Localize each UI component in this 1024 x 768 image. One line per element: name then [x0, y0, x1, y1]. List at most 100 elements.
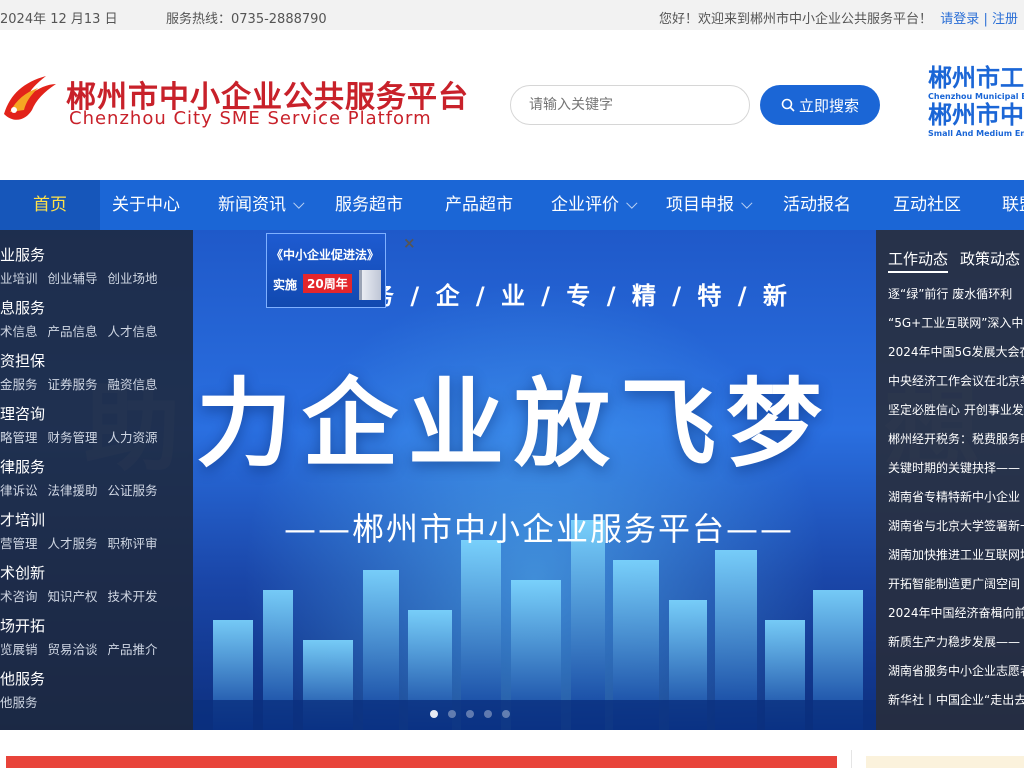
nav-service-market-label: 服务超市: [335, 195, 403, 215]
auth-divider: |: [983, 12, 988, 27]
category-sub-link[interactable]: 创业辅导: [48, 271, 98, 286]
nav-about[interactable]: 关于中心: [112, 180, 180, 230]
register-link[interactable]: 注册: [992, 12, 1018, 27]
news-item[interactable]: 湖南省与北京大学签署新一: [888, 518, 1024, 547]
banner-slogan-main: 力企业放飞梦: [196, 368, 832, 480]
category-sub-link[interactable]: 略管理: [0, 430, 38, 445]
news-item[interactable]: “5G+工业互联网”深入中: [888, 315, 1024, 344]
chevron-down-icon: [293, 197, 305, 209]
category-sub-link[interactable]: 知识产权: [48, 589, 98, 604]
category-subs: 术咨询 知识产权 技术开发: [0, 586, 168, 605]
category-name: 术创新: [0, 564, 46, 582]
nav-project-application[interactable]: 项目申报: [666, 180, 753, 230]
category-sub-link[interactable]: 公证服务: [108, 483, 158, 498]
category-sub-link[interactable]: 他服务: [0, 695, 38, 710]
chevron-down-icon: [741, 197, 753, 209]
category-sub-link[interactable]: 览展销: [0, 642, 38, 657]
news-item[interactable]: 开拓智能制造更广阔空间: [888, 576, 1024, 605]
partner-logo-line3: 郴州市中小: [928, 101, 1024, 129]
carousel-dot[interactable]: [466, 710, 474, 718]
nav-enterprise-rating[interactable]: 企业评价: [551, 180, 638, 230]
partner-logo-line2: Chenzhou Municipal Bu: [928, 92, 1024, 101]
carousel-dot[interactable]: [484, 710, 492, 718]
category-name: 才培训: [0, 511, 46, 529]
nav-product-market[interactable]: 产品超市: [445, 180, 513, 230]
section-banner-red: [6, 756, 837, 768]
floating-ad[interactable]: 《中小企业促进法》 实施 20周年: [266, 233, 386, 308]
main-nav: 首页 关于中心 新闻资讯 服务超市 产品超市 企业评价 项目申报 活动报名 互动…: [0, 180, 1024, 230]
category-subs: 他服务: [0, 692, 48, 711]
nav-news[interactable]: 新闻资讯: [218, 180, 305, 230]
news-item[interactable]: 关键时期的关键抉择——: [888, 460, 1024, 489]
carousel-dot[interactable]: [448, 710, 456, 718]
top-bar: 2024年 12 月13 日 服务热线：0735-2888790 您好！欢迎来到…: [0, 0, 1024, 30]
login-link[interactable]: 请登录: [940, 12, 979, 27]
floating-ad-badge: 20周年: [303, 274, 352, 293]
site-header: 郴州市中小企业公共服务平台 Chenzhou City SME Service …: [0, 30, 1024, 180]
partner-logo[interactable]: 郴州市工 Chenzhou Municipal Bu 郴州市中小 Small A…: [928, 64, 1024, 140]
category-sub-link[interactable]: 技术开发: [108, 589, 158, 604]
nav-about-label: 关于中心: [112, 195, 180, 215]
nav-project-application-label: 项目申报: [666, 195, 734, 215]
category-sub-link[interactable]: 金服务: [0, 377, 38, 392]
current-date: 2024年 12 月13 日: [0, 12, 118, 27]
tab-policy-news[interactable]: 政策动态: [960, 250, 1020, 268]
search-button[interactable]: 立即搜索: [760, 85, 880, 125]
category-sub-link[interactable]: 业培训: [0, 271, 38, 286]
category-sub-link[interactable]: 律诉讼: [0, 483, 38, 498]
floating-ad-title: 《中小企业促进法》: [271, 248, 380, 262]
category-sub-link[interactable]: 证券服务: [48, 377, 98, 392]
category-sub-link[interactable]: 人才信息: [108, 324, 158, 339]
category-subs: 术信息 产品信息 人才信息: [0, 321, 168, 340]
section-banner-cream: [866, 756, 1024, 768]
floating-ad-line: 实施: [273, 278, 298, 292]
search-input[interactable]: [510, 85, 750, 125]
nav-event-signup[interactable]: 活动报名: [783, 180, 851, 230]
category-sub-link[interactable]: 财务管理: [48, 430, 98, 445]
category-sub-link[interactable]: 产品信息: [48, 324, 98, 339]
category-sub-link[interactable]: 术信息: [0, 324, 38, 339]
nav-service-market[interactable]: 服务超市: [335, 180, 403, 230]
category-subs: 金服务 证券服务 融资信息: [0, 374, 168, 393]
tab-work-news[interactable]: 工作动态: [888, 250, 949, 273]
category-sub-link[interactable]: 融资信息: [108, 377, 158, 392]
site-logo-subtitle: Chenzhou City SME Service Platform: [69, 108, 432, 129]
news-item[interactable]: 2024年中国经济奋楫向前: [888, 605, 1024, 634]
news-item[interactable]: 2024年中国5G发展大会在: [888, 344, 1024, 373]
nav-community[interactable]: 互动社区: [893, 180, 961, 230]
partner-logo-line4: Small And Medium Enter: [928, 129, 1024, 138]
news-item[interactable]: 逐“绿”前行 废水循环利: [888, 286, 1024, 315]
category-sub-link[interactable]: 人才服务: [48, 536, 98, 551]
category-name: 业服务: [0, 246, 46, 264]
nav-home[interactable]: 首页: [0, 180, 100, 230]
news-item[interactable]: 郴州经开税务：税费服务助: [888, 431, 1024, 460]
category-sub-link[interactable]: 职称评审: [108, 536, 158, 551]
category-subs: 业培训 创业辅导 创业场地: [0, 268, 168, 287]
category-sub-link[interactable]: 贸易洽谈: [48, 642, 98, 657]
nav-alliance[interactable]: 联盟: [1002, 180, 1024, 230]
category-name: 他服务: [0, 670, 46, 688]
close-icon[interactable]: ×: [403, 234, 416, 252]
carousel-dot[interactable]: [430, 710, 438, 718]
news-item[interactable]: 新质生产力稳步发展——: [888, 634, 1024, 663]
news-item[interactable]: 中央经济工作会议在北京举: [888, 373, 1024, 402]
phoenix-logo-icon: [4, 76, 56, 120]
category-sub-link[interactable]: 术咨询: [0, 589, 38, 604]
category-sub-link[interactable]: 营管理: [0, 536, 38, 551]
category-sub-link[interactable]: 法律援助: [48, 483, 98, 498]
service-category-menu: 业服务 业培训 创业辅导 创业场地 息服务 术信息 产品信息 人才信息 资担保 金服务证…: [0, 230, 193, 730]
nav-community-label: 互动社区: [893, 195, 961, 215]
news-item[interactable]: 新华社丨中国企业“走出去: [888, 692, 1024, 721]
news-item[interactable]: 坚定必胜信心 开创事业发: [888, 402, 1024, 431]
carousel-dot[interactable]: [502, 710, 510, 718]
category-name: 场开拓: [0, 617, 46, 635]
category-sub-link[interactable]: 产品推介: [108, 642, 158, 657]
category-name: 理咨询: [0, 405, 46, 423]
news-item[interactable]: 湖南省专精特新中小企业: [888, 489, 1024, 518]
news-item[interactable]: 湖南省服务中小企业志愿者: [888, 663, 1024, 692]
category-sub-link[interactable]: 创业场地: [108, 271, 158, 286]
service-hotline: 服务热线：0735-2888790: [166, 12, 327, 27]
news-item[interactable]: 湖南加快推进工业互联网培: [888, 547, 1024, 576]
category-subs: 律诉讼 法律援助 公证服务: [0, 480, 168, 499]
category-sub-link[interactable]: 人力资源: [108, 430, 158, 445]
